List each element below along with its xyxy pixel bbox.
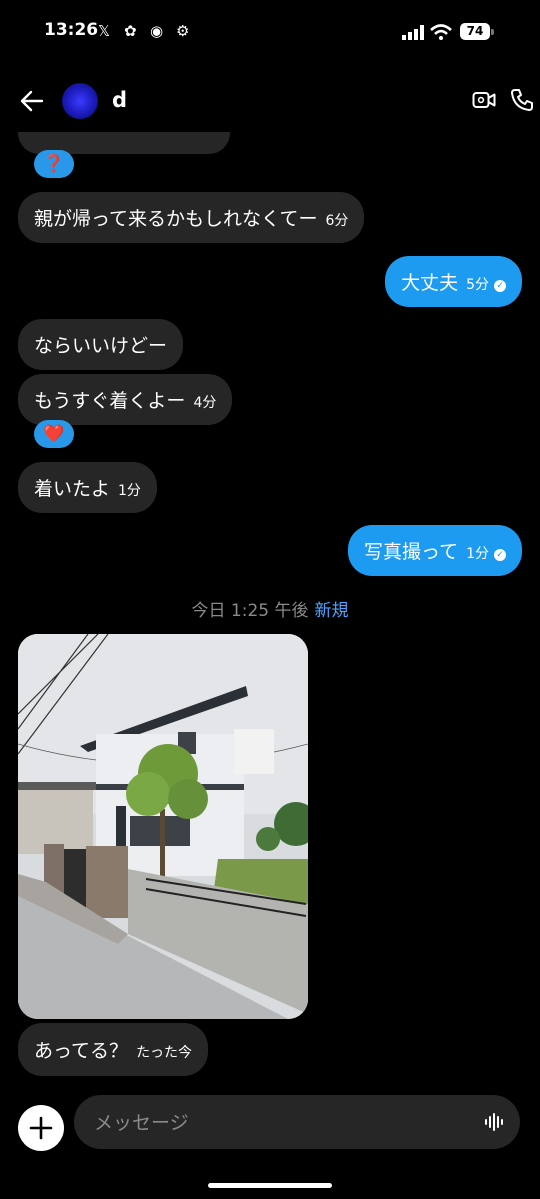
battery-tip [491, 29, 494, 35]
timestamp-separator: 今日 1:25 午後 新規 [0, 596, 540, 621]
contact-name[interactable]: d [112, 88, 127, 112]
separator-time: 今日 1:25 午後 [191, 601, 309, 621]
battery-level: 74 [460, 23, 490, 40]
message-bubble[interactable]: もうすぐ着くよー 4分 [18, 374, 233, 425]
photo-message[interactable] [18, 634, 308, 1019]
check-icon: ✓ [494, 280, 506, 292]
message-text: 着いたよ [34, 478, 111, 500]
settings-gear-icon: ⚙ [176, 22, 190, 40]
message-time: 1分 [118, 483, 141, 499]
message-bubble-sent[interactable]: 大丈夫 5分 ✓ [385, 256, 522, 307]
message-bubble[interactable]: 親が帰って来るかもしれなくてー 6分 [18, 192, 365, 243]
home-indicator [208, 1183, 332, 1188]
message-text: 写真撮って [364, 541, 459, 563]
avatar[interactable] [62, 83, 98, 119]
message-bubble[interactable]: 着いたよ 1分 [18, 462, 157, 513]
cellular-signal-icon [402, 25, 424, 40]
reaction-question[interactable]: ❓ [34, 150, 74, 178]
new-label: 新規 [314, 601, 349, 621]
add-attachment-button[interactable] [18, 1105, 64, 1151]
video-call-icon[interactable] [472, 90, 496, 110]
message-bubble[interactable]: ならいいけどー [18, 319, 184, 370]
message-time: たった今 [136, 1045, 193, 1061]
phone-icon[interactable] [510, 88, 534, 112]
voice-icon[interactable] [484, 1112, 504, 1132]
message-text: 親が帰って来るかもしれなくてー [34, 208, 318, 230]
back-arrow-icon[interactable] [20, 90, 44, 112]
reaction-heart[interactable]: ❤️ [34, 420, 74, 448]
message-text: あってる？ [34, 1040, 129, 1062]
check-icon: ✓ [494, 549, 506, 561]
x-app-icon: 𝕏 [98, 22, 111, 40]
message-time: 4分 [193, 395, 217, 411]
app-notification-icon: ◉ [150, 22, 164, 40]
message-time: 1分 [466, 546, 489, 562]
wifi-icon [430, 24, 452, 40]
message-time: 6分 [325, 213, 349, 229]
message-input[interactable] [92, 1095, 466, 1151]
message-bubble-sent[interactable]: 写真撮って 1分 ✓ [348, 525, 522, 576]
message-text: もうすぐ着くよー [34, 390, 186, 412]
message-text: 大丈夫 [401, 272, 459, 294]
plus-icon [29, 1116, 53, 1140]
message-text: ならいいけどー [34, 335, 168, 357]
butterfly-app-icon: ✿ [124, 22, 137, 40]
status-time: 13:26 [44, 20, 99, 40]
house-photo [18, 634, 308, 1019]
message-bubble[interactable]: あってる？ たった今 [18, 1023, 209, 1076]
message-time: 5分 [466, 277, 489, 293]
message-composer [74, 1095, 520, 1151]
